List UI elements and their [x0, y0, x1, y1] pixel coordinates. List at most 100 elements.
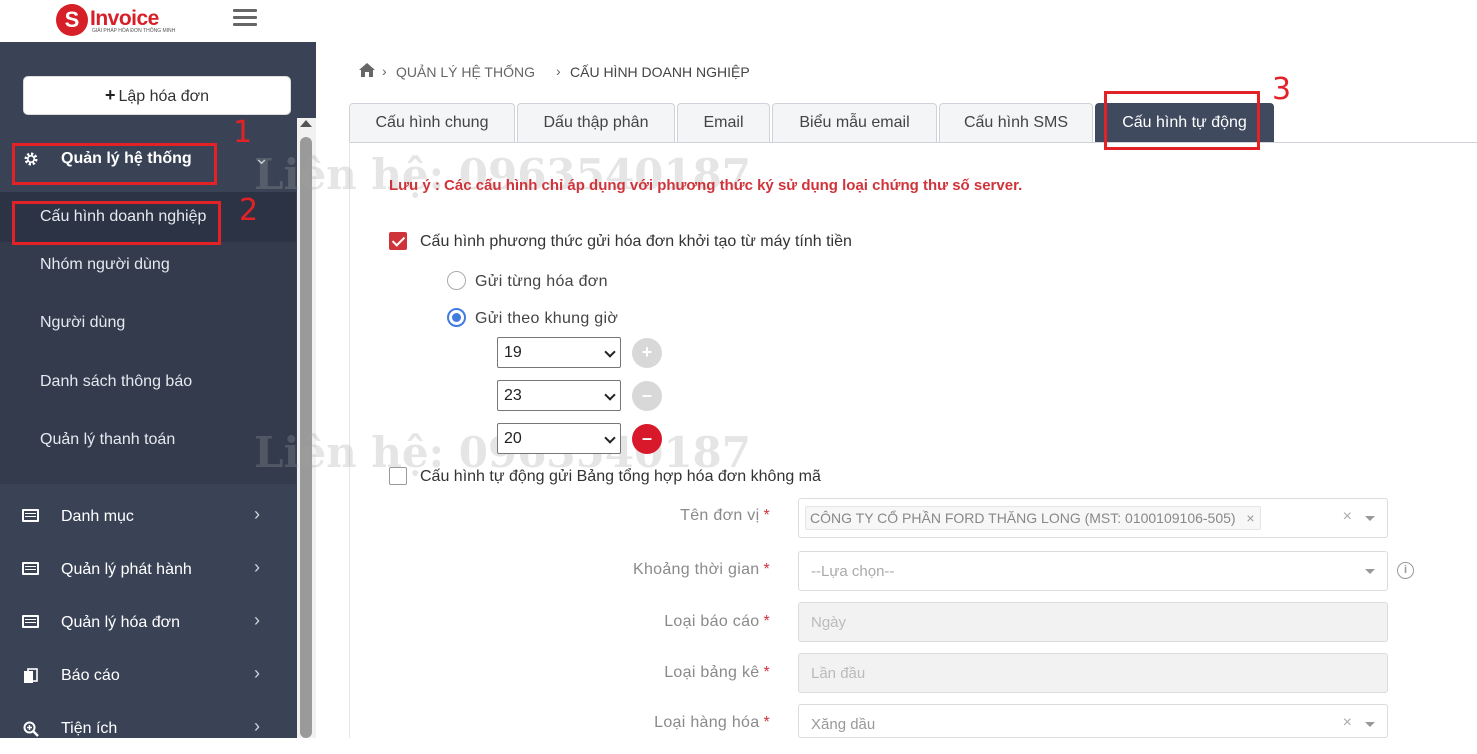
report-type-label-text: Loại báo cáo [664, 613, 760, 630]
clear-icon[interactable]: × [1343, 508, 1352, 526]
breadcrumb-separator-icon: › [382, 63, 387, 79]
tab-sms-config[interactable]: Cấu hình SMS [939, 103, 1093, 142]
submenu-users[interactable]: Người dùng [0, 314, 296, 364]
chevron-down-icon [604, 432, 616, 444]
list-type-field: Lần đầu [798, 653, 1388, 693]
auto-summary-checkbox[interactable] [389, 467, 407, 485]
chevron-right-icon: › [254, 557, 260, 577]
clear-icon[interactable]: × [1343, 714, 1352, 732]
tab-divider [349, 142, 1477, 143]
period-select[interactable]: --Lựa chọn-- [798, 551, 1388, 591]
unit-tag-text: CÔNG TY CỔ PHẦN FORD THĂNG LONG (MST: 01… [810, 510, 1236, 526]
period-placeholder: --Lựa chọn-- [811, 563, 895, 580]
hour-select-2[interactable]: 23 [497, 380, 621, 411]
submenu-user-groups[interactable]: Nhóm người dùng [0, 256, 296, 306]
hamburger-menu-icon[interactable] [233, 9, 257, 29]
hour-select-1[interactable]: 19 [497, 337, 621, 368]
menu-issuance[interactable]: Quản lý phát hành › [0, 547, 296, 595]
menu-issuance-label: Quản lý phát hành [61, 561, 192, 578]
logo-mark: S [56, 4, 88, 36]
caret-down-icon [1365, 722, 1375, 727]
list-icon [22, 562, 39, 575]
breadcrumb-separator-icon: › [556, 63, 561, 79]
tab-general-config[interactable]: Cấu hình chung [349, 103, 515, 142]
radio-send-each-label: Gửi từng hóa đơn [475, 273, 608, 290]
report-type-value: Ngày [811, 614, 847, 631]
unit-label-text: Tên đơn vị [680, 507, 760, 524]
goods-type-select[interactable]: Xăng dầu × [798, 704, 1388, 738]
submenu-users-label: Người dùng [40, 314, 126, 331]
unit-label: Tên đơn vị * [470, 507, 770, 525]
goods-type-label-text: Loại hàng hóa [654, 714, 760, 731]
caret-down-icon [1365, 569, 1375, 574]
annotation-box-1 [12, 143, 217, 185]
home-icon[interactable] [358, 62, 376, 78]
menu-reports-label: Báo cáo [61, 667, 120, 684]
chevron-down-icon [604, 346, 616, 358]
list-type-label-text: Loại bảng kê [664, 664, 760, 681]
plus-icon: + [104, 85, 116, 105]
period-label-text: Khoảng thời gian [632, 561, 760, 578]
search-plus-icon [23, 721, 39, 737]
tab-email-template[interactable]: Biểu mẫu email [772, 103, 937, 142]
pos-config-label: Cấu hình phương thức gửi hóa đơn khởi tạ… [420, 233, 852, 250]
menu-catalog[interactable]: Danh mục › [0, 494, 296, 542]
remove-tag-icon[interactable]: × [1246, 507, 1254, 529]
submenu-payments-label: Quản lý thanh toán [40, 431, 176, 448]
period-label: Khoảng thời gian * [470, 561, 770, 579]
remove-hour-button-active[interactable]: – [632, 424, 662, 454]
chevron-right-icon: › [254, 610, 260, 630]
goods-type-label: Loại hàng hóa * [470, 714, 770, 732]
menu-utilities[interactable]: Tiện ích › [0, 706, 296, 754]
menu-utilities-label: Tiện ích [61, 720, 118, 737]
menu-reports[interactable]: Báo cáo › [0, 653, 296, 701]
hour-select-1-value: 19 [504, 344, 522, 361]
submenu-payments[interactable]: Quản lý thanh toán [0, 431, 296, 481]
radio-send-timeframe-label: Gửi theo khung giờ [475, 310, 619, 327]
report-icon [24, 668, 38, 683]
annotation-box-2 [12, 201, 221, 245]
unit-tag: CÔNG TY CỔ PHẦN FORD THĂNG LONG (MST: 01… [805, 506, 1261, 530]
tab-email[interactable]: Email [677, 103, 770, 142]
report-type-label: Loại báo cáo * [470, 613, 770, 631]
submenu-notifications-label: Danh sách thông báo [40, 373, 193, 390]
required-mark: * [763, 561, 770, 578]
submenu-notifications[interactable]: Danh sách thông báo [0, 373, 296, 423]
annotation-box-3 [1104, 91, 1260, 150]
submenu-user-groups-label: Nhóm người dùng [40, 256, 170, 273]
scroll-up-arrow-icon[interactable] [300, 120, 312, 127]
hour-select-3[interactable]: 20 [497, 423, 621, 454]
hour-select-2-value: 23 [504, 387, 522, 404]
menu-invoices[interactable]: Quản lý hóa đơn › [0, 600, 296, 648]
top-bar: S Invoice GIẢI PHÁP HÓA ĐƠN THÔNG MINH [0, 0, 1477, 42]
tab-decimal[interactable]: Dấu thập phân [517, 103, 675, 142]
required-mark: * [763, 714, 770, 731]
radio-send-timeframe[interactable] [447, 308, 466, 327]
remove-hour-button[interactable]: – [632, 381, 662, 411]
chevron-right-icon: › [254, 663, 260, 683]
breadcrumb-system[interactable]: QUẢN LÝ HỆ THỐNG [396, 64, 535, 80]
report-type-field: Ngày [798, 602, 1388, 642]
list-type-value: Lần đầu [811, 665, 866, 682]
add-hour-button[interactable]: + [632, 338, 662, 368]
required-mark: * [763, 507, 770, 524]
annotation-number-1: 1 [233, 115, 253, 150]
logo-tagline: GIẢI PHÁP HÓA ĐƠN THÔNG MINH [92, 28, 176, 34]
note-text: Lưu ý : Các cấu hình chỉ áp dụng với phư… [389, 177, 1023, 194]
chevron-right-icon: › [254, 716, 260, 736]
radio-send-each[interactable] [447, 271, 466, 290]
info-icon[interactable]: i [1397, 562, 1414, 579]
list-icon [22, 615, 39, 628]
auto-summary-label: Cấu hình tự động gửi Bảng tổng hợp hóa đ… [420, 468, 821, 485]
annotation-number-3: 3 [1272, 72, 1292, 107]
caret-down-icon [1365, 516, 1375, 521]
required-mark: * [763, 613, 770, 630]
app-logo[interactable]: S Invoice GIẢI PHÁP HÓA ĐƠN THÔNG MINH [56, 4, 186, 36]
required-mark: * [763, 664, 770, 681]
pos-config-checkbox[interactable] [389, 232, 407, 250]
hour-select-3-value: 20 [504, 430, 522, 447]
unit-multiselect[interactable]: CÔNG TY CỔ PHẦN FORD THĂNG LONG (MST: 01… [798, 498, 1388, 538]
list-icon [22, 509, 39, 522]
breadcrumb-enterprise-config: CẤU HÌNH DOANH NGHIỆP [570, 64, 750, 80]
new-invoice-button[interactable]: + Lập hóa đơn [23, 76, 291, 115]
